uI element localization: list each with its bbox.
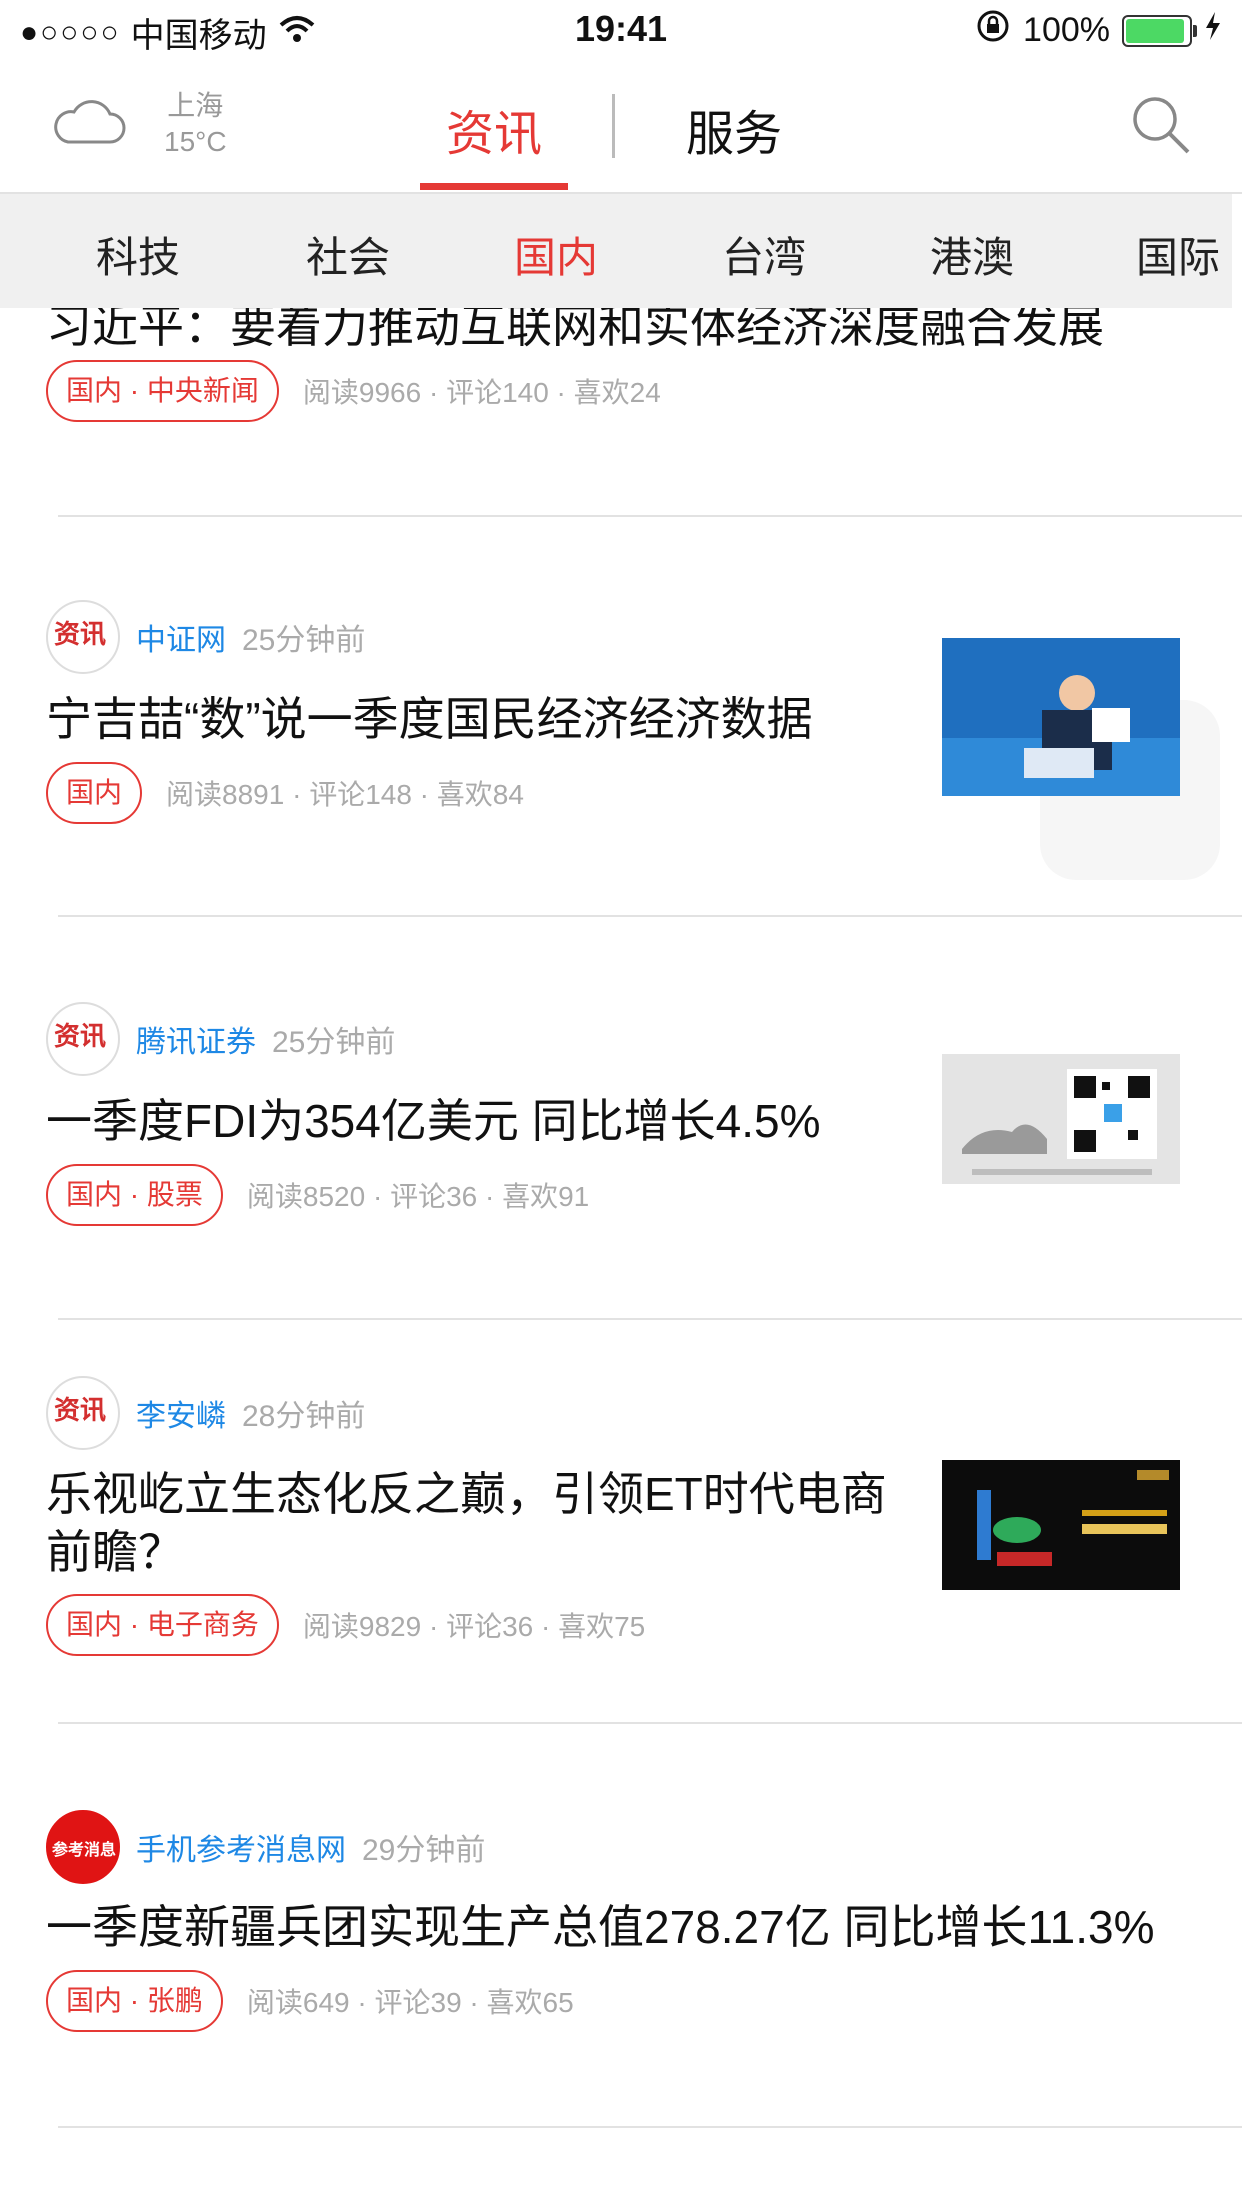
article-tag[interactable]: 国内 (46, 762, 143, 824)
source-name[interactable]: 手机参考消息网 (136, 1825, 346, 1869)
article-tag[interactable]: 国内 · 张鹏 (46, 1970, 223, 2032)
category-bar: 科技 社会 国内 台湾 港澳 国际 (0, 194, 1232, 308)
battery-level (1126, 18, 1184, 43)
category-taiwan[interactable]: 台湾 (722, 224, 806, 285)
article-meta: 资讯 李安嶙 28分钟前 (46, 1376, 365, 1450)
header-bar: 上海 15°C 资讯 服务 (0, 60, 1242, 194)
tab-separator (612, 94, 615, 158)
article-title[interactable]: 一季度新疆兵团实现生产总值278.27亿 同比增长11.3% (46, 1898, 1226, 1956)
article-stats: 阅读9966 · 评论140 · 喜欢24 (302, 377, 661, 408)
source-avatar[interactable]: 参考消息 (46, 1810, 120, 1884)
divider (58, 515, 1242, 517)
article-stats: 阅读8520 · 评论36 · 喜欢91 (246, 1181, 590, 1212)
category-society[interactable]: 社会 (306, 224, 390, 285)
article-stats: 阅读649 · 评论39 · 喜欢65 (246, 1987, 574, 2018)
battery-percent: 100% (1023, 11, 1110, 49)
article-tag[interactable]: 国内 · 股票 (46, 1164, 223, 1226)
search-button[interactable] (1130, 94, 1192, 161)
source-name[interactable]: 腾讯证券 (136, 1017, 256, 1061)
charging-icon (1204, 11, 1222, 50)
category-domestic[interactable]: 国内 (514, 224, 598, 285)
article-meta: 参考消息 手机参考消息网 29分钟前 (46, 1810, 485, 1884)
tab-services[interactable]: 服务 (686, 94, 782, 164)
divider (58, 915, 1242, 917)
rotation-lock-icon (975, 8, 1011, 53)
publish-time: 29分钟前 (362, 1834, 486, 1867)
article-meta: 资讯 腾讯证券 25分钟前 (46, 1002, 395, 1076)
battery-icon (1122, 14, 1197, 47)
article-thumbnail[interactable] (942, 1054, 1180, 1184)
article-meta: 资讯 中证网 25分钟前 (46, 600, 365, 674)
publish-time: 28分钟前 (242, 1400, 366, 1433)
category-international[interactable]: 国际 (1136, 224, 1220, 285)
status-bar: ●○○○○ 中国移动 19:41 100% (0, 0, 1242, 60)
article-tag[interactable]: 国内 · 电子商务 (46, 1594, 279, 1656)
article-title[interactable]: 乐视屹立生态化反之巅，引领ET时代电商前瞻？ (46, 1465, 906, 1581)
article-thumbnail[interactable] (942, 638, 1180, 796)
article-tags: 国内 · 中央新闻 阅读9966 · 评论140 · 喜欢24 (46, 360, 661, 422)
article-title[interactable]: 一季度FDI为354亿美元 同比增长4.5% (46, 1092, 906, 1150)
article-tags: 国内 阅读8891 · 评论148 · 喜欢84 (46, 762, 524, 824)
source-avatar[interactable]: 资讯 (46, 1376, 120, 1450)
status-right: 100% (975, 8, 1222, 53)
divider (58, 2126, 1242, 2128)
article-title[interactable]: 宁吉喆“数”说一季度国民经济经济数据 (46, 690, 906, 748)
article-tags: 国内 · 股票 阅读8520 · 评论36 · 喜欢91 (46, 1164, 589, 1226)
source-name[interactable]: 李安嶙 (136, 1391, 226, 1435)
category-hk-macau[interactable]: 港澳 (930, 224, 1014, 285)
publish-time: 25分钟前 (242, 624, 366, 657)
publish-time: 25分钟前 (272, 1026, 396, 1059)
active-tab-indicator (420, 183, 568, 190)
article-thumbnail[interactable] (942, 1460, 1180, 1590)
category-tech[interactable]: 科技 (96, 224, 180, 285)
divider (58, 1722, 1242, 1724)
tab-news[interactable]: 资讯 (446, 94, 542, 164)
source-avatar[interactable]: 资讯 (46, 600, 120, 674)
search-icon (1130, 97, 1192, 160)
main-tabs: 资讯 服务 (0, 60, 1242, 192)
article-tags: 国内 · 张鹏 阅读649 · 评论39 · 喜欢65 (46, 1970, 574, 2032)
article-tag[interactable]: 国内 · 中央新闻 (46, 360, 279, 422)
source-avatar[interactable]: 资讯 (46, 1002, 120, 1076)
source-name[interactable]: 中证网 (136, 615, 226, 659)
article-tags: 国内 · 电子商务 阅读9829 · 评论36 · 喜欢75 (46, 1594, 645, 1656)
article-stats: 阅读9829 · 评论36 · 喜欢75 (302, 1611, 646, 1642)
article-stats: 阅读8891 · 评论148 · 喜欢84 (166, 779, 524, 810)
divider (58, 1318, 1242, 1320)
